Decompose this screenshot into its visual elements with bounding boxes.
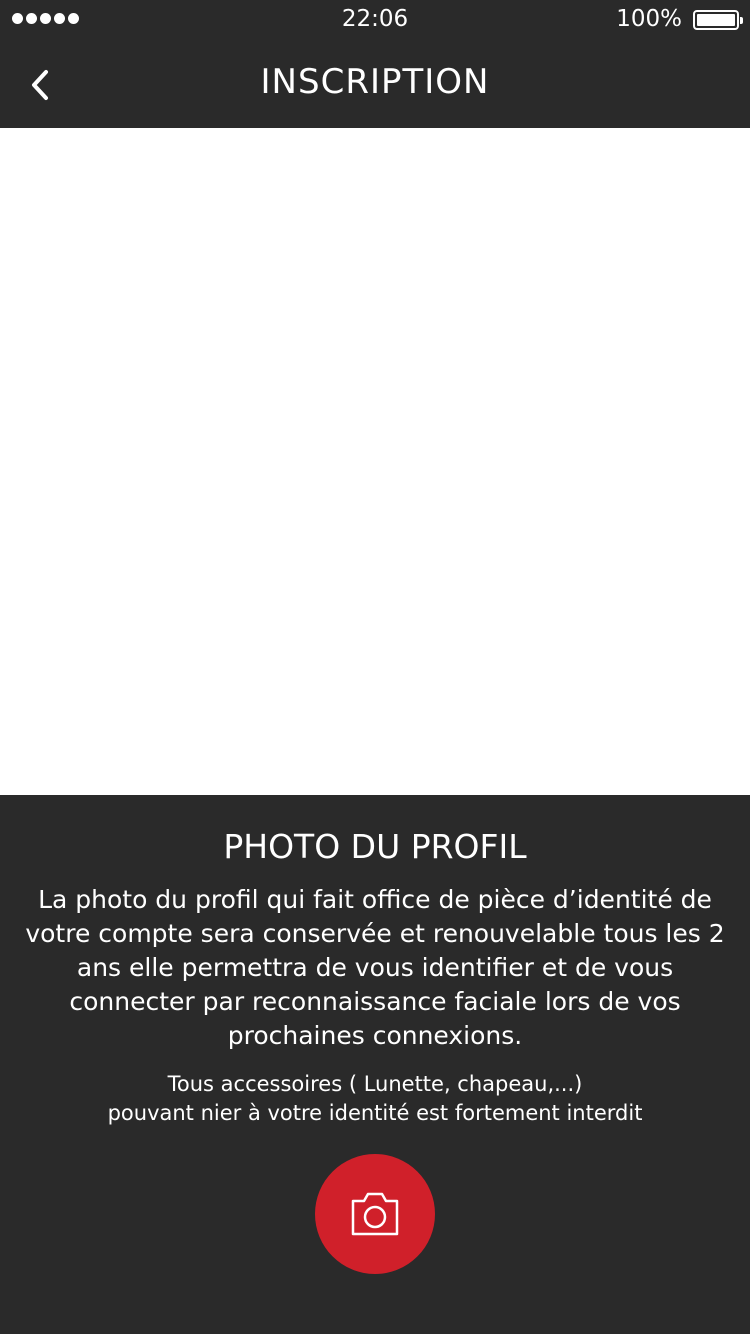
section-title: PHOTO DU PROFIL [223,827,527,866]
camera-icon [351,1192,399,1236]
battery-level [697,14,735,26]
warning-line: Tous accessoires ( Lunette, chapeau,...) [167,1072,583,1096]
status-bar: 22:06 100% [0,0,750,40]
photo-preview-area [0,128,750,795]
page-title: INSCRIPTION [260,62,490,102]
registration-screen: 22:06 100% INSCRIPTION PHOTO DU PROFIL L… [0,0,750,1334]
warning-line: pouvant nier à votre identité est fortem… [107,1101,643,1125]
battery-icon [693,10,743,30]
profile-photo-panel: PHOTO DU PROFIL La photo du profil qui f… [0,795,750,1334]
battery-percentage: 100% [616,6,682,32]
accessories-warning: Tous accessoires ( Lunette, chapeau,...)… [20,1070,730,1128]
battery-tip [740,17,743,24]
take-photo-button[interactable] [315,1154,435,1274]
profile-photo-description: La photo du profil qui fait office de pi… [25,885,725,1050]
navigation-bar: INSCRIPTION [0,40,750,128]
